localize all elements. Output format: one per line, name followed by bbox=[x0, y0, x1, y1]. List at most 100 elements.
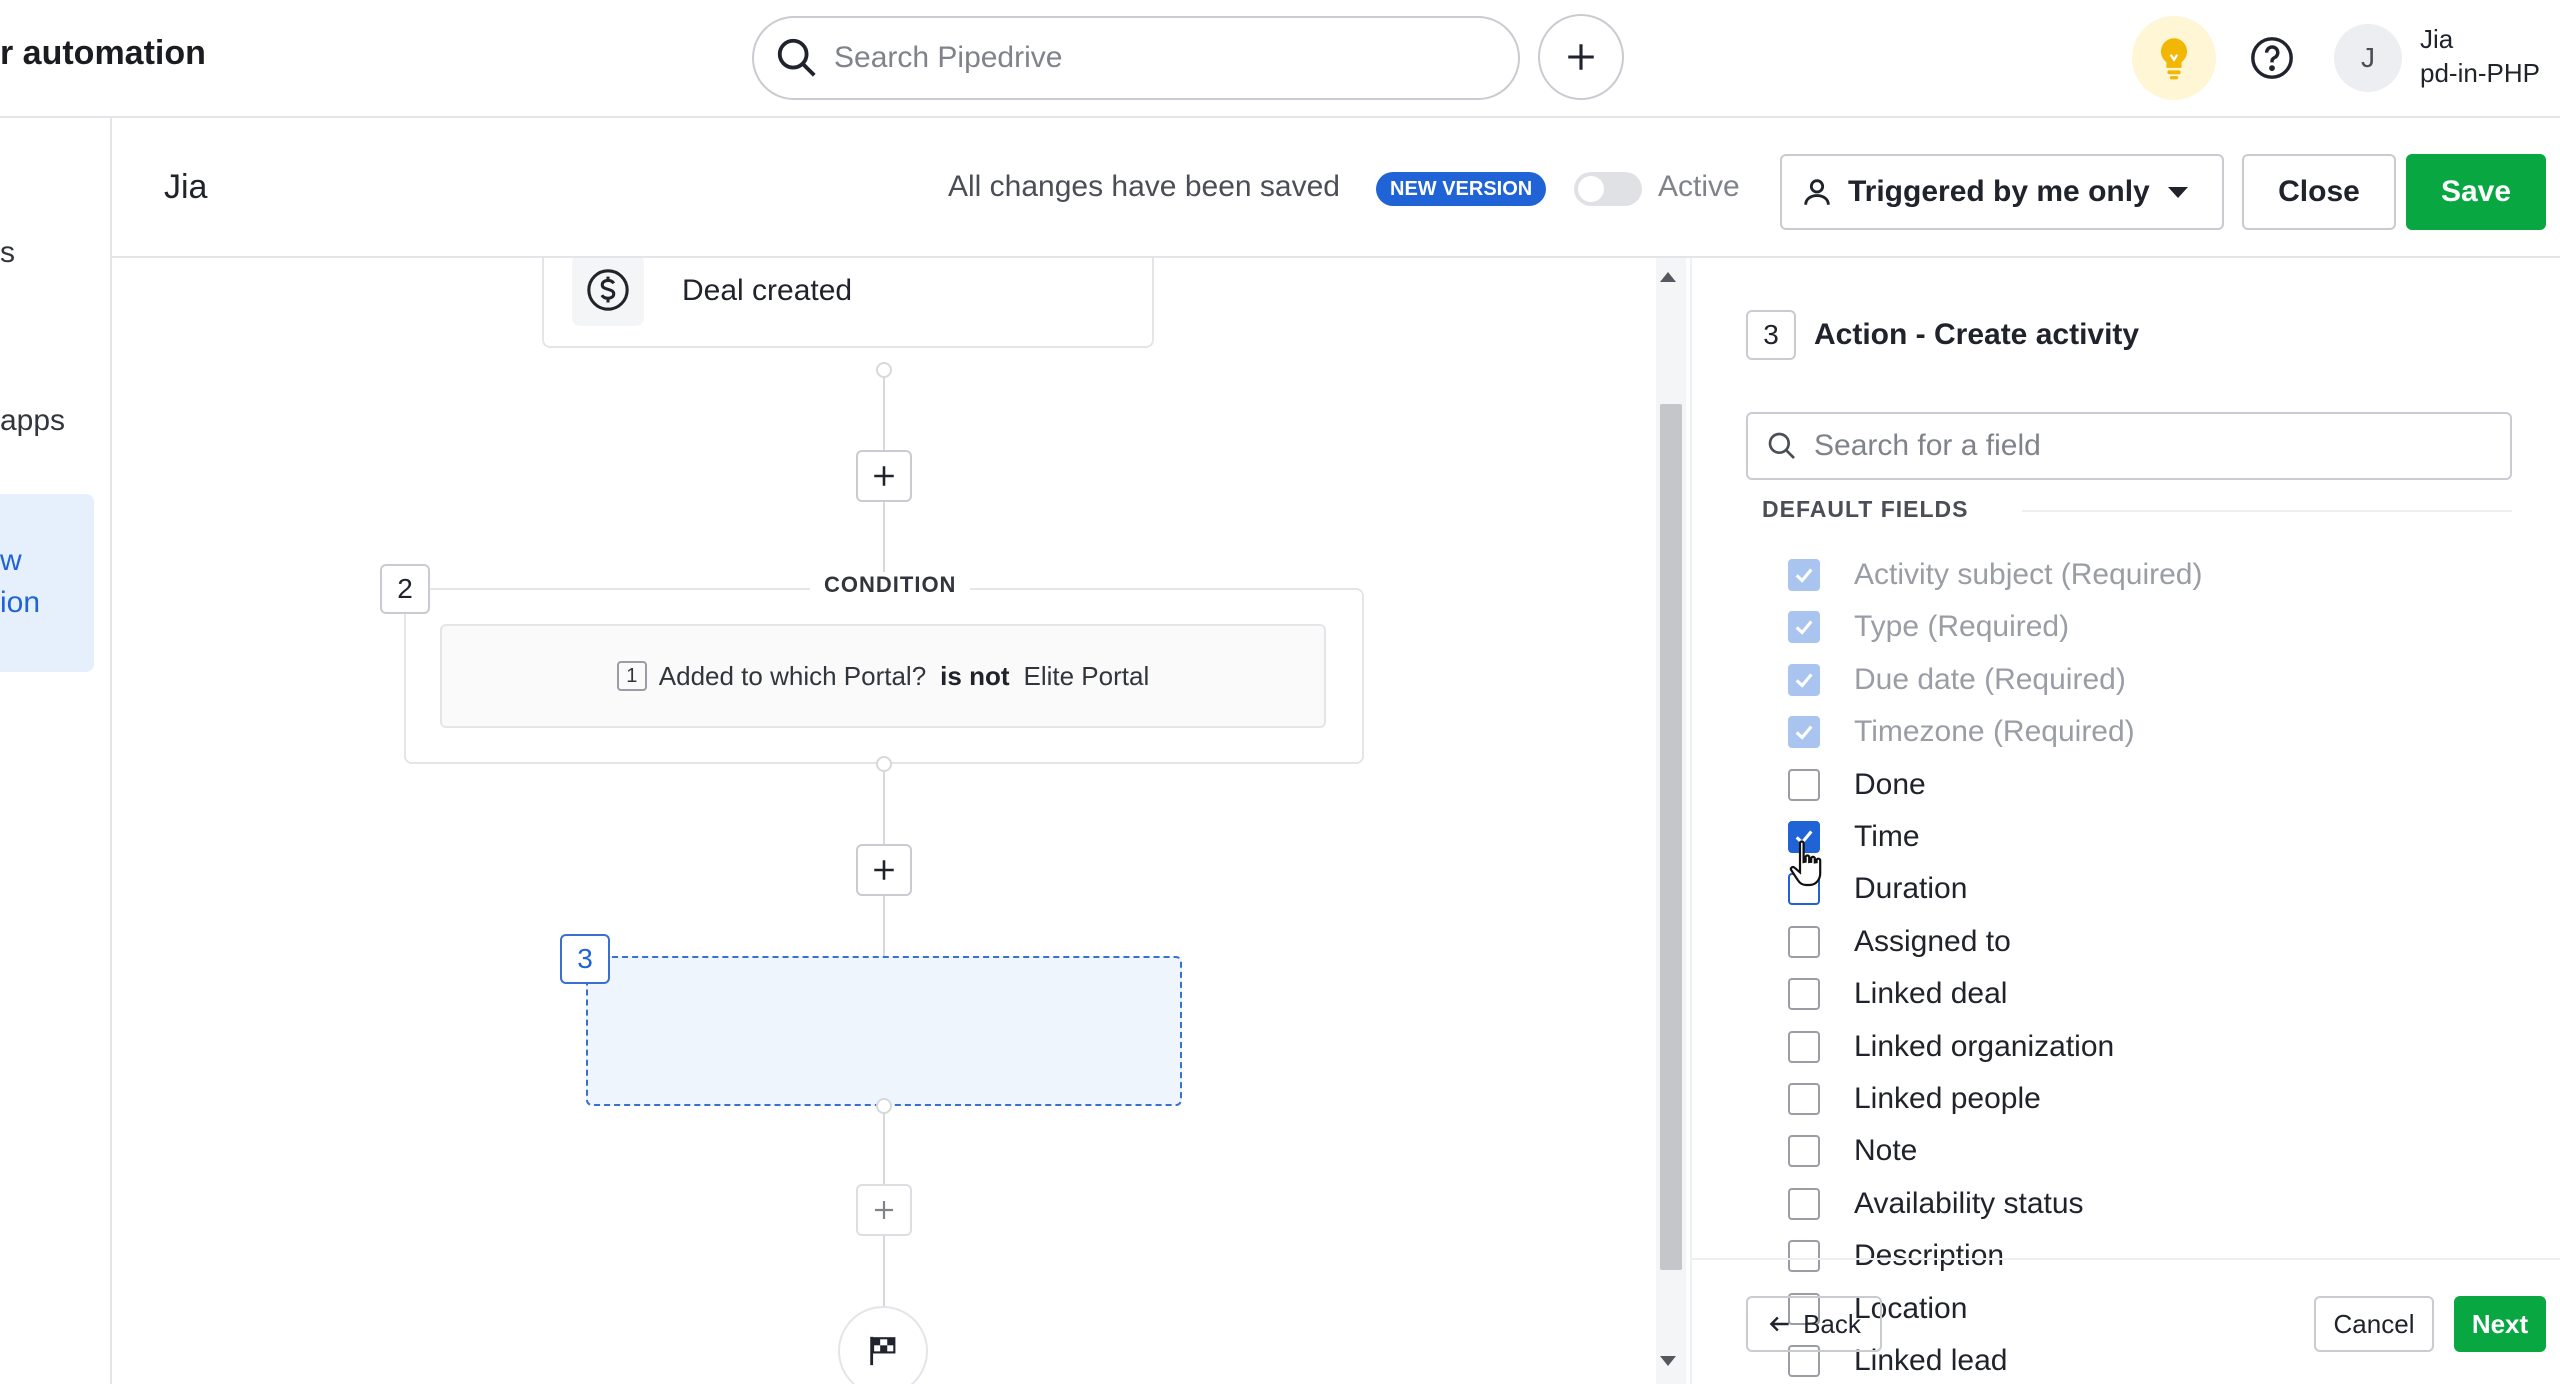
top-bar: r automation Search Pipedrive J Jia pd-i… bbox=[0, 0, 2560, 118]
global-search-input[interactable]: Search Pipedrive bbox=[752, 16, 1520, 100]
page-title: r automation bbox=[0, 34, 206, 72]
field-search-input[interactable]: Search for a field bbox=[1746, 412, 2512, 480]
field-row: Type (Required) bbox=[1788, 606, 2069, 648]
add-step-button[interactable] bbox=[856, 844, 912, 896]
condition-rule-index: 1 bbox=[616, 661, 647, 691]
condition-operator: is not bbox=[940, 660, 1010, 691]
next-button[interactable]: Next bbox=[2454, 1296, 2546, 1352]
plus-icon bbox=[874, 466, 894, 486]
trigger-label: Deal created bbox=[682, 274, 853, 307]
field-checkbox[interactable] bbox=[1788, 769, 1820, 801]
condition-tag: CONDITION bbox=[810, 572, 971, 598]
help-icon bbox=[2251, 37, 2293, 79]
field-checkbox[interactable] bbox=[1788, 1240, 1820, 1272]
field-label: Linked organization bbox=[1854, 1030, 2115, 1063]
field-checkbox bbox=[1788, 611, 1820, 643]
field-row: Due date (Required) bbox=[1788, 659, 2126, 701]
scroll-down-icon[interactable] bbox=[1660, 1356, 1676, 1366]
cancel-button[interactable]: Cancel bbox=[2314, 1296, 2434, 1352]
avatar[interactable]: J bbox=[2334, 24, 2402, 92]
field-row[interactable]: Linked people bbox=[1788, 1078, 2041, 1120]
field-checkbox[interactable] bbox=[1788, 978, 1820, 1010]
hand-cursor-icon bbox=[1789, 840, 1822, 887]
chevron-down-icon bbox=[2167, 186, 2188, 198]
field-row[interactable]: Done bbox=[1788, 764, 1926, 806]
panel-step-number: 3 bbox=[1746, 310, 1796, 360]
plus-icon bbox=[875, 1201, 893, 1219]
scroll-up-icon[interactable] bbox=[1660, 272, 1676, 282]
sidebar-item-1[interactable]: s bbox=[0, 236, 15, 270]
trigger-scope-label: Triggered by me only bbox=[1848, 175, 2150, 208]
dollar-circle-icon bbox=[587, 269, 629, 311]
field-label: Timezone (Required) bbox=[1854, 715, 2135, 748]
user-name[interactable]: Jia bbox=[2420, 24, 2453, 55]
field-label: Time bbox=[1854, 820, 1920, 853]
field-label: Linked people bbox=[1854, 1082, 2041, 1115]
search-icon bbox=[1768, 432, 1795, 459]
field-row[interactable]: Availability status bbox=[1788, 1183, 2084, 1225]
plus-icon bbox=[1568, 44, 1594, 70]
tips-button[interactable] bbox=[2132, 16, 2216, 100]
checkmark-icon bbox=[1795, 568, 1813, 583]
active-toggle[interactable] bbox=[1574, 172, 1642, 206]
field-row: Timezone (Required) bbox=[1788, 711, 2135, 753]
quick-add-button[interactable] bbox=[1538, 14, 1624, 100]
connector-dot bbox=[876, 1098, 892, 1114]
finish-flag-icon bbox=[870, 1336, 896, 1366]
search-placeholder: Search Pipedrive bbox=[834, 41, 1063, 74]
sidebar-item-apps[interactable]: apps bbox=[0, 404, 65, 438]
workflow-canvas[interactable]: Deal created CONDITION 2 1 Added to whic… bbox=[112, 258, 1656, 1384]
default-fields-heading: DEFAULT FIELDS bbox=[1762, 496, 1969, 522]
back-label: Back bbox=[1803, 1308, 1861, 1339]
back-button[interactable]: Back bbox=[1746, 1296, 1882, 1352]
canvas-scrollbar-thumb[interactable] bbox=[1660, 404, 1682, 1270]
field-checkbox[interactable] bbox=[1788, 1083, 1820, 1115]
editor-header: Jia All changes have been saved NEW VERS… bbox=[112, 120, 2560, 258]
action-placeholder-node[interactable] bbox=[586, 956, 1182, 1106]
checkmark-icon bbox=[1795, 620, 1813, 635]
workflow-name[interactable]: Jia bbox=[164, 168, 207, 207]
field-row[interactable]: Assigned to bbox=[1788, 921, 2011, 963]
connector-dot bbox=[876, 362, 892, 378]
divider bbox=[1692, 1258, 2560, 1260]
field-checkbox[interactable] bbox=[1788, 1031, 1820, 1063]
field-label: Type (Required) bbox=[1854, 610, 2070, 643]
sidebar-active-line1: w bbox=[0, 544, 22, 577]
field-row[interactable]: Linked deal bbox=[1788, 973, 2007, 1015]
add-step-button[interactable] bbox=[856, 1184, 912, 1236]
lightbulb-icon bbox=[2160, 38, 2188, 80]
save-status: All changes have been saved bbox=[948, 170, 1340, 203]
field-checkbox[interactable] bbox=[1788, 926, 1820, 958]
field-label: Note bbox=[1854, 1134, 1918, 1167]
field-label: Description bbox=[1854, 1239, 2005, 1272]
field-checkbox bbox=[1788, 664, 1820, 696]
sidebar-active-line2: ion bbox=[0, 586, 41, 619]
field-row[interactable]: Linked organization bbox=[1788, 1026, 2114, 1068]
field-checkbox[interactable] bbox=[1788, 1135, 1820, 1167]
trigger-node[interactable]: Deal created bbox=[542, 258, 1154, 348]
add-step-button[interactable] bbox=[856, 450, 912, 502]
divider bbox=[2022, 510, 2512, 512]
sidebar-item-active[interactable]: w ion bbox=[0, 494, 94, 672]
search-icon bbox=[777, 38, 816, 77]
field-checkbox bbox=[1788, 716, 1820, 748]
close-button[interactable]: Close bbox=[2242, 154, 2396, 230]
field-label: Linked deal bbox=[1854, 977, 2008, 1010]
help-button[interactable] bbox=[2240, 26, 2304, 90]
user-company[interactable]: pd-in-PHP bbox=[2420, 58, 2540, 89]
condition-step-number: 2 bbox=[380, 564, 430, 614]
field-checkbox[interactable] bbox=[1788, 1188, 1820, 1220]
panel-title: Action - Create activity bbox=[1814, 318, 2140, 351]
version-badge: NEW VERSION bbox=[1376, 172, 1547, 206]
save-button[interactable]: Save bbox=[2406, 154, 2546, 230]
trigger-scope-dropdown[interactable]: Triggered by me only bbox=[1780, 154, 2224, 230]
field-label: Duration bbox=[1854, 872, 1968, 905]
active-label: Active bbox=[1658, 170, 1740, 203]
person-icon bbox=[1804, 179, 1830, 205]
field-row[interactable]: Note bbox=[1788, 1130, 1917, 1172]
sidebar: s apps w ion bbox=[0, 118, 112, 1384]
condition-field: Added to which Portal? bbox=[658, 660, 927, 691]
condition-rule[interactable]: 1 Added to which Portal? is not Elite Po… bbox=[440, 624, 1326, 728]
field-label: Activity subject (Required) bbox=[1854, 558, 2203, 591]
field-row[interactable]: Description bbox=[1788, 1235, 2004, 1277]
